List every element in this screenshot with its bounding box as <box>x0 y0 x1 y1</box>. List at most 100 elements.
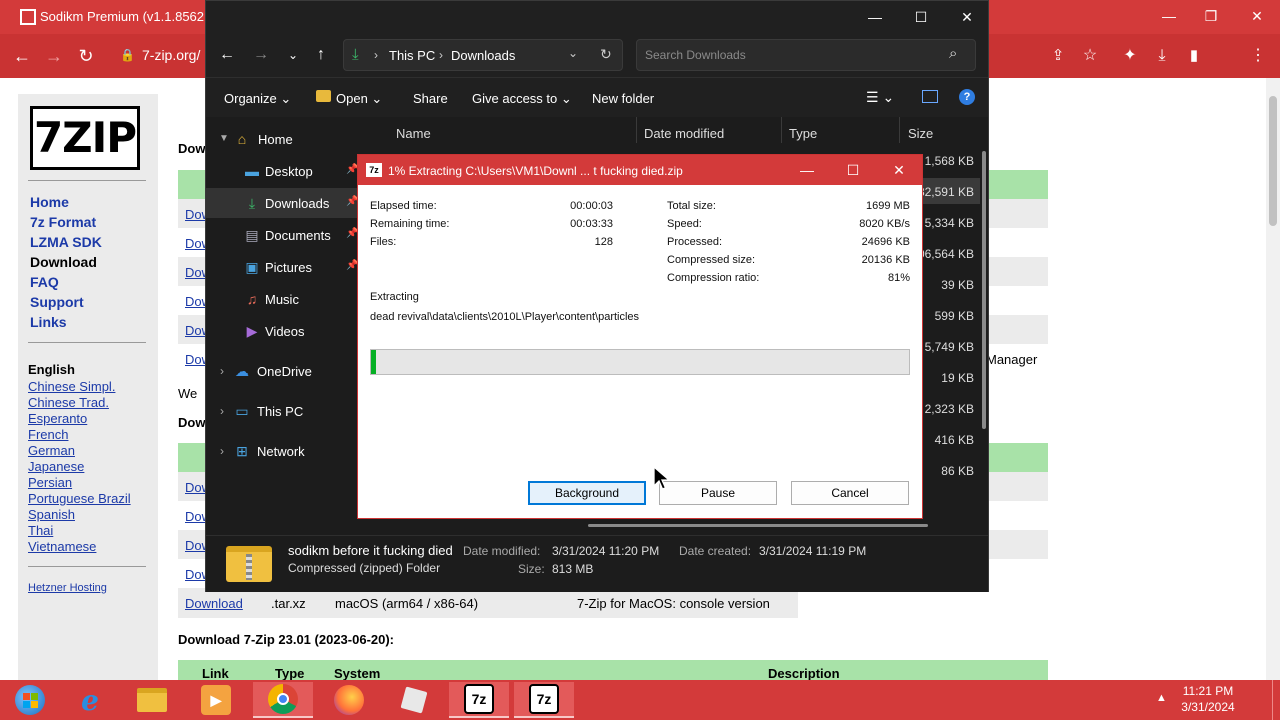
taskbar-ie[interactable]: e <box>60 682 120 718</box>
breadcrumb-thispc[interactable]: This PC <box>389 48 435 63</box>
preview-pane-icon[interactable] <box>922 90 938 103</box>
hosting-link[interactable]: Hetzner Hosting <box>28 582 107 594</box>
lang-link[interactable]: Spanish <box>28 507 75 522</box>
scroll-thumb[interactable] <box>1269 96 1277 226</box>
nav-pictures[interactable]: ▣ Pictures 📌 <box>206 252 362 282</box>
start-button[interactable] <box>0 682 60 718</box>
show-desktop-button[interactable] <box>1272 680 1280 720</box>
breadcrumb-downloads[interactable]: Downloads <box>451 48 515 63</box>
maximize-icon[interactable]: ☐ <box>836 160 870 182</box>
progress-bar <box>370 349 910 375</box>
column-divider <box>899 117 900 143</box>
recent-dropdown-icon[interactable]: ⌄ <box>280 43 306 67</box>
minimize-icon[interactable]: — <box>852 6 898 30</box>
col-date[interactable]: Date modified <box>644 126 724 141</box>
maximize-icon[interactable]: ☐ <box>898 6 944 30</box>
cancel-button[interactable]: Cancel <box>791 481 909 505</box>
nav-thispc[interactable]: › ▭ This PC <box>206 396 362 426</box>
nav-home[interactable]: Home <box>30 194 69 210</box>
maximize-icon[interactable]: ❐ <box>1188 5 1234 29</box>
chevron-right-icon[interactable]: › <box>214 443 230 459</box>
nav-documents[interactable]: ▤ Documents 📌 <box>206 220 362 250</box>
search-box[interactable]: Search Downloads ⌕ <box>636 39 976 71</box>
nav-videos[interactable]: ▶ Videos <box>206 316 362 346</box>
pause-button[interactable]: Pause <box>659 481 777 505</box>
share-icon[interactable]: ⇪ <box>1045 44 1071 68</box>
show-hidden-icons-icon[interactable]: ▲ <box>1156 692 1167 704</box>
forward-icon[interactable]: → <box>248 43 274 67</box>
share-button[interactable]: Share <box>413 91 448 106</box>
taskbar-roblox[interactable] <box>384 682 444 718</box>
horizontal-scrollbar[interactable] <box>588 524 928 527</box>
chevron-right-icon[interactable]: › <box>214 403 230 419</box>
lang-link[interactable]: Chinese Trad. <box>28 395 109 410</box>
speed-value: 8020 KB/s <box>859 218 910 230</box>
up-icon[interactable]: ↑ <box>308 43 334 67</box>
taskbar-7zip-1[interactable]: 7z <box>449 682 509 718</box>
lang-link[interactable]: French <box>28 427 68 442</box>
help-icon[interactable]: ? <box>959 89 975 105</box>
download-icon[interactable]: ⤓ <box>1149 44 1175 68</box>
open-button[interactable]: Open ⌄ <box>336 91 382 107</box>
url-text[interactable]: 7-zip.org/ <box>142 47 200 63</box>
nav-desktop[interactable]: ▬ Desktop 📌 <box>206 156 362 186</box>
nav-download[interactable]: Download <box>30 254 97 270</box>
taskbar-firefox[interactable] <box>319 682 379 718</box>
address-box[interactable]: ⤓ › This PC › Downloads ⌄ ↻ <box>343 39 623 71</box>
nav-music[interactable]: ♫ Music <box>206 284 362 314</box>
nav-onedrive-label: OneDrive <box>257 364 312 379</box>
nav-onedrive[interactable]: › ☁ OneDrive <box>206 356 362 386</box>
taskbar-media[interactable]: ▶ <box>186 682 246 718</box>
nav-faq[interactable]: FAQ <box>30 274 59 290</box>
page-scrollbar[interactable] <box>1266 78 1280 680</box>
star-icon[interactable]: ☆ <box>1077 44 1103 68</box>
search-icon[interactable]: ⌕ <box>949 45 957 62</box>
nav-downloads[interactable]: ⤓ Downloads 📌 <box>206 188 362 218</box>
minimize-icon[interactable]: — <box>1146 5 1192 29</box>
nav-lzma-sdk[interactable]: LZMA SDK <box>30 234 102 250</box>
reload-icon[interactable]: ↻ <box>73 44 99 68</box>
nav-7z-format[interactable]: 7z Format <box>30 214 96 230</box>
refresh-icon[interactable]: ↻ <box>600 46 612 63</box>
lang-link[interactable]: Portuguese Brazil <box>28 491 131 506</box>
lang-link[interactable]: Japanese <box>28 459 84 474</box>
nav-network[interactable]: › ⊞ Network <box>206 436 362 466</box>
back-icon[interactable]: ← <box>9 44 35 68</box>
taskbar-7zip-2[interactable]: 7z <box>514 682 574 718</box>
sidepanel-icon[interactable]: ▮ <box>1181 44 1207 68</box>
close-icon[interactable]: ✕ <box>1234 5 1280 29</box>
nav-links[interactable]: Links <box>30 314 67 330</box>
lang-link[interactable]: Esperanto <box>28 411 87 426</box>
col-name[interactable]: Name <box>396 126 431 141</box>
lang-link[interactable]: Chinese Simpl. <box>28 379 115 394</box>
extension-icon[interactable]: ✦ <box>1117 44 1143 68</box>
download-link[interactable]: Download <box>185 596 243 611</box>
taskbar-chrome[interactable] <box>253 682 313 718</box>
nav-support[interactable]: Support <box>30 294 84 310</box>
taskbar-explorer[interactable] <box>122 682 182 718</box>
menu-icon[interactable]: ⋮ <box>1245 44 1271 68</box>
lang-link[interactable]: Thai <box>28 523 53 538</box>
lang-link[interactable]: German <box>28 443 75 458</box>
site-logo[interactable]: 7ZIP <box>30 106 140 170</box>
vertical-scrollbar[interactable] <box>982 151 986 429</box>
back-icon[interactable]: ← <box>214 43 240 67</box>
chevron-down-icon[interactable]: ⌄ <box>568 46 578 60</box>
organize-button[interactable]: Organize ⌄ <box>224 91 291 107</box>
background-button[interactable]: Background <box>528 481 646 505</box>
lang-link[interactable]: Vietnamese <box>28 539 96 554</box>
system-clock[interactable]: 11:21 PM 3/31/2024 <box>1176 683 1240 715</box>
minimize-icon[interactable]: — <box>790 160 824 182</box>
give-access-button[interactable]: Give access to ⌄ <box>472 91 572 107</box>
chevron-right-icon[interactable]: › <box>214 363 230 379</box>
new-folder-button[interactable]: New folder <box>592 91 654 106</box>
col-size[interactable]: Size <box>908 126 933 141</box>
col-type[interactable]: Type <box>789 126 817 141</box>
close-icon[interactable]: ✕ <box>882 160 916 182</box>
nav-home[interactable]: ▼ ⌂ Home <box>206 124 362 154</box>
chevron-down-icon[interactable]: ▼ <box>216 131 232 147</box>
close-icon[interactable]: ✕ <box>944 6 990 30</box>
forward-icon[interactable]: → <box>41 44 67 68</box>
view-icon[interactable]: ☰ ⌄ <box>866 89 894 106</box>
lang-link[interactable]: Persian <box>28 475 72 490</box>
